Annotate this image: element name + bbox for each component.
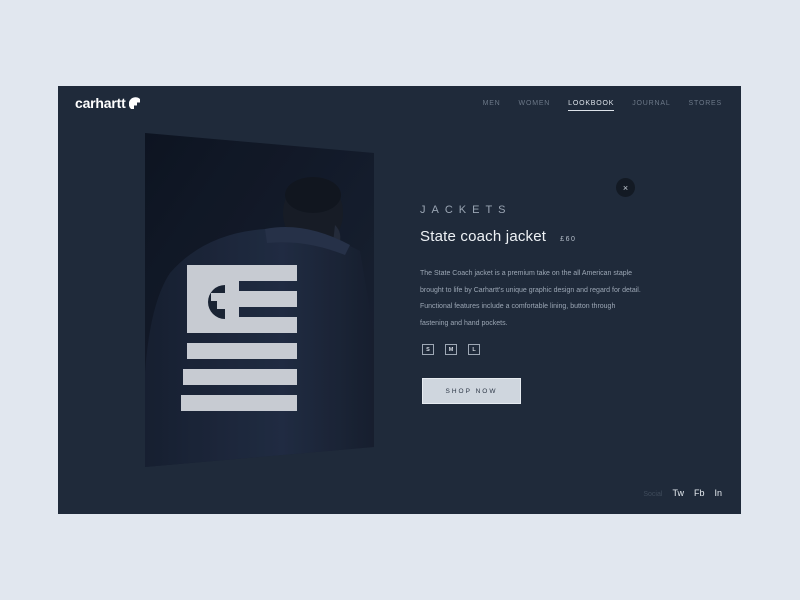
social-label: Social xyxy=(643,491,663,498)
shop-now-button[interactable]: SHOP NOW xyxy=(422,378,521,404)
product-category: JACKETS xyxy=(420,204,512,216)
product-photo xyxy=(145,133,374,467)
model-jacket-image xyxy=(145,133,374,467)
nav-item-lookbook[interactable]: LOOKBOOK xyxy=(568,100,615,111)
size-selector: S M L xyxy=(422,344,480,355)
carhartt-c-icon xyxy=(128,96,140,109)
product-description: The State Coach jacket is a premium take… xyxy=(420,270,641,327)
social-link-facebook[interactable]: Fb xyxy=(694,488,705,498)
close-icon: × xyxy=(622,182,629,193)
size-option-l[interactable]: L xyxy=(468,344,480,355)
size-option-m[interactable]: M xyxy=(445,344,457,355)
nav-item-women[interactable]: WOMEN xyxy=(519,100,551,111)
close-button[interactable]: × xyxy=(616,178,635,197)
social-link-twitter[interactable]: Tw xyxy=(672,488,684,498)
product-title-row: State coach jacket £60 xyxy=(420,228,576,245)
brand-logo[interactable]: carhartt xyxy=(75,95,142,111)
size-option-s[interactable]: S xyxy=(422,344,434,355)
social-link-linkedin[interactable]: In xyxy=(714,488,722,498)
lookbook-panel: carhartt MEN WOMEN LOOKBOOK JOURNAL STOR… xyxy=(58,86,741,514)
main-nav: MEN WOMEN LOOKBOOK JOURNAL STORES xyxy=(483,100,722,111)
nav-item-stores[interactable]: STORES xyxy=(689,100,722,111)
social-links: Social Tw Fb In xyxy=(643,488,722,498)
product-title: State coach jacket xyxy=(420,228,547,245)
product-price: £60 xyxy=(560,236,577,243)
nav-item-journal[interactable]: JOURNAL xyxy=(632,100,670,111)
nav-item-men[interactable]: MEN xyxy=(483,100,501,111)
brand-logo-text: carhartt xyxy=(75,95,126,111)
